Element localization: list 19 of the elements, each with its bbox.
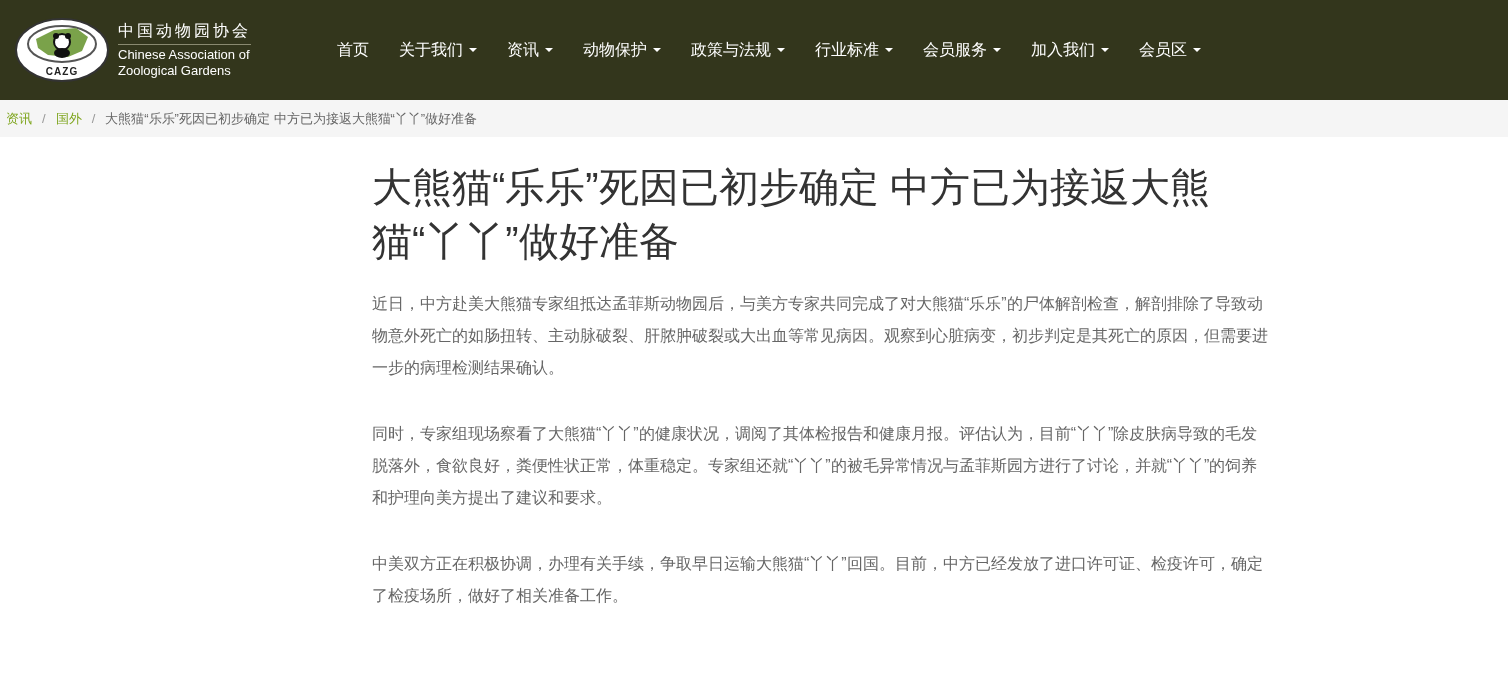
nav-link[interactable]: 加入我们 <box>1016 39 1124 61</box>
association-name-english: Chinese Association of Zoological Gardens <box>118 47 251 79</box>
association-name-chinese: 中国动物园协会 <box>118 21 251 45</box>
nav-link[interactable]: 资讯 <box>492 39 568 61</box>
article-paragraph: 中美双方正在积极协调，办理有关手续，争取早日运输大熊猫“丫丫”回国。目前，中方已经发放了进口许可证、检疫许可，确定了检疫场所，做好了相关准备工作。 <box>372 554 1264 606</box>
nav-link[interactable]: 会员区 <box>1124 39 1216 61</box>
article-paragraph: 近日，中方赴美大熊猫专家组抵达孟菲斯动物园后，与美方专家共同完成了对大熊猫“乐乐”的尸体解剖检查，解剖排除了导致动物意外死亡的如肠扭转、主动脉破裂、肝脓肿破裂或大出血等常见病因。观察到心脏病变，初步判定是其死亡的原因，但需要进一步的病理检测结果确认。 <box>372 294 1269 378</box>
nav-link[interactable]: 首页 <box>322 39 384 61</box>
nav-link[interactable]: 行业标准 <box>800 39 908 61</box>
breadcrumb-separator: / <box>90 111 97 126</box>
breadcrumb-current: 大熊猫“乐乐”死因已初步确定 中方已为接返大熊猫“丫丫”做好准备 <box>105 109 478 128</box>
nav-link[interactable]: 关于我们 <box>384 39 492 61</box>
logo-emblem-drawing: CAZG <box>14 17 110 83</box>
breadcrumb-separator: / <box>41 111 47 126</box>
nav-link[interactable]: 动物保护 <box>568 39 676 61</box>
nav-link[interactable]: 会员服务 <box>908 39 1016 61</box>
article-paragraph: 同时，专家组现场察看了大熊猫“丫丫”的健康状况，调阅了其体检报告和健康月报。评估认为，目前“丫丫”除皮肤病导致的毛发脱落外，食欲良好，粪便性状正常，体重稳定。专家组还就“丫丫”的被毛异常情况与孟菲斯园方进行了讨论，并就“丫丫”的饲养和护理向美方提出了建议和要求。 <box>372 424 1259 508</box>
nav-link[interactable]: 政策与法规 <box>676 39 800 61</box>
article-title: 大熊猫“乐乐”死因已初步确定 中方已为接返大熊猫“丫丫”做好准备 <box>372 164 1211 265</box>
